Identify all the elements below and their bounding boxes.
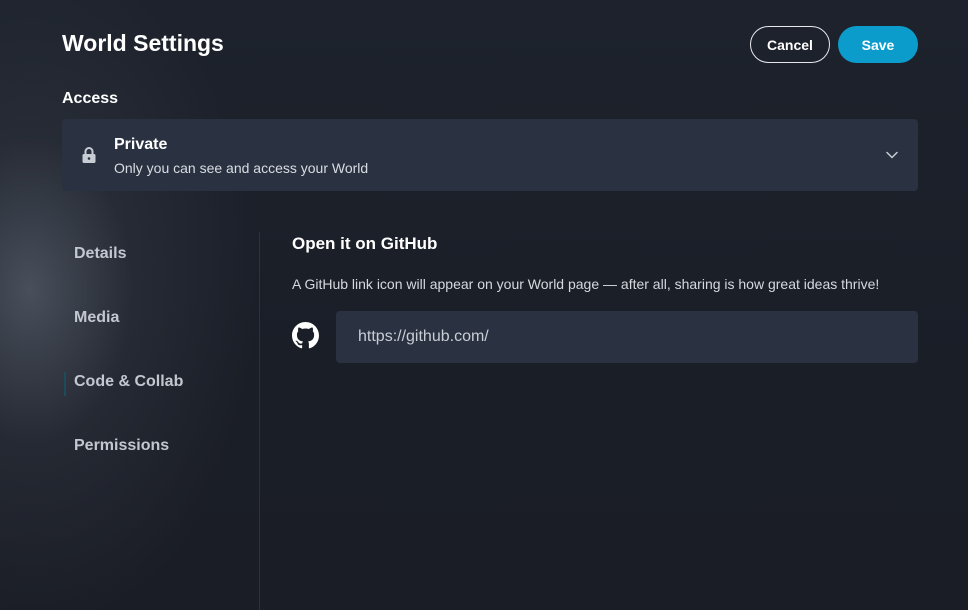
save-button[interactable]: Save <box>838 26 918 63</box>
access-selected-description: Only you can see and access your World <box>114 160 369 176</box>
access-dropdown[interactable]: Private Only you can see and access your… <box>62 119 918 191</box>
sidebar-item-code-collab[interactable]: Code & Collab <box>74 373 183 391</box>
cancel-button[interactable]: Cancel <box>750 26 830 63</box>
sidebar-divider <box>259 232 260 610</box>
lock-icon <box>82 147 96 163</box>
section-description: A GitHub link icon will appear on your W… <box>292 276 880 292</box>
section-title: Open it on GitHub <box>292 234 438 253</box>
sidebar-active-indicator <box>64 372 66 396</box>
access-selected-title: Private <box>114 136 168 153</box>
chevron-down-icon[interactable] <box>885 148 899 162</box>
github-icon <box>292 322 319 349</box>
sidebar-item-permissions[interactable]: Permissions <box>74 437 169 455</box>
sidebar-item-media[interactable]: Media <box>74 309 119 327</box>
access-label: Access <box>62 90 119 107</box>
sidebar-item-details[interactable]: Details <box>74 245 126 263</box>
github-url-input[interactable] <box>336 311 918 363</box>
page-title: World Settings <box>62 30 224 56</box>
